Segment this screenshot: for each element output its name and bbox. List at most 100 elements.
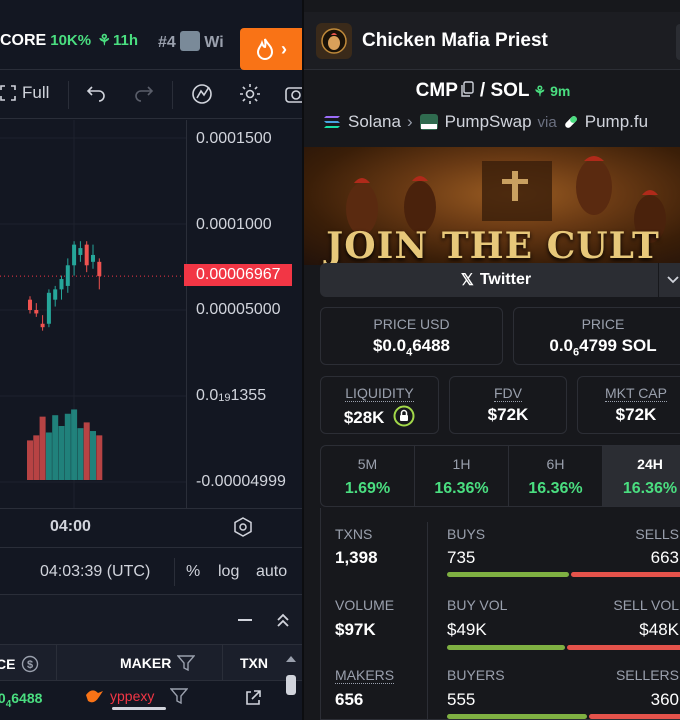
tab-5m[interactable]: 5M 1.69% bbox=[321, 446, 415, 506]
liquidity-value: $28K bbox=[343, 408, 385, 427]
fullscreen-button[interactable]: Full bbox=[0, 83, 49, 103]
col-maker[interactable]: MAKER bbox=[120, 655, 196, 671]
svg-text:$: $ bbox=[27, 659, 33, 671]
collapse-up-icon[interactable] bbox=[276, 612, 290, 628]
banner-text: JOIN THE CULT bbox=[326, 225, 660, 265]
avatar bbox=[179, 31, 200, 51]
tab-1h[interactable]: 1H 16.36% bbox=[415, 446, 509, 506]
trending-bar: CORE 10K% ⚘ 11h #4 Wi › bbox=[0, 8, 302, 70]
buyers-bar bbox=[447, 714, 587, 719]
volume-label: VOLUME bbox=[335, 597, 395, 613]
maker-name: yppexy bbox=[110, 688, 155, 704]
volume-tick-suffix: 1355 bbox=[230, 387, 267, 404]
chart-toolbar: Full bbox=[0, 71, 302, 119]
tab-6h[interactable]: 6H 16.36% bbox=[509, 446, 603, 506]
auto-scale-toggle[interactable]: auto bbox=[256, 563, 287, 581]
screenshot-button[interactable] bbox=[284, 82, 302, 106]
buy-vol-label: BUY VOL bbox=[447, 597, 508, 613]
table-row[interactable]: .046488 yppexy bbox=[0, 681, 302, 715]
socials-dropdown[interactable] bbox=[658, 263, 680, 297]
price-tick: 0.0001000 bbox=[196, 216, 272, 233]
makers-value: 656 bbox=[335, 690, 364, 709]
scroll-up-icon[interactable] bbox=[284, 654, 298, 664]
minimize-icon[interactable] bbox=[238, 619, 252, 621]
undo-button[interactable] bbox=[86, 82, 106, 102]
twitter-button[interactable]: 𝕏 Twitter bbox=[320, 263, 672, 297]
pair-quote: SOL bbox=[490, 80, 530, 101]
volume-tick-prefix: 0.0 bbox=[196, 387, 219, 404]
pair-title: CMP / SOL ⚘ 9m bbox=[304, 80, 680, 103]
chart-canvas[interactable] bbox=[0, 120, 186, 508]
volume-bar bbox=[64, 413, 71, 480]
sells-bar bbox=[571, 572, 680, 577]
gear-icon bbox=[240, 84, 260, 104]
redo-button[interactable] bbox=[134, 82, 154, 102]
maker-cell[interactable]: yppexy bbox=[84, 687, 189, 705]
liquidity-card: LIQUIDITY $28K bbox=[320, 376, 439, 434]
lock-icon[interactable] bbox=[393, 405, 415, 427]
col-txn[interactable]: TXN bbox=[240, 655, 268, 671]
fullscreen-label: Full bbox=[22, 83, 50, 102]
dex-name[interactable]: PumpSwap bbox=[445, 112, 532, 132]
chain-name[interactable]: Solana bbox=[348, 112, 401, 132]
price-usd-card: PRICE USD $0.046488 bbox=[320, 307, 503, 365]
volume-bar bbox=[77, 428, 84, 480]
volume-bar bbox=[83, 422, 90, 480]
copy-icon[interactable] bbox=[460, 81, 474, 103]
trending-token[interactable]: CORE 10K% ⚘ 11h bbox=[0, 31, 138, 50]
buyers-value: 555 bbox=[447, 690, 476, 709]
sell-vol-bar bbox=[567, 645, 680, 650]
candle-body bbox=[91, 254, 95, 262]
col-price-label: CE bbox=[0, 656, 16, 672]
trending-token-4[interactable]: #4 Wi bbox=[158, 31, 224, 52]
tab-24h[interactable]: 24H 16.36% bbox=[603, 446, 680, 506]
chart-pane: CORE 10K% ⚘ 11h #4 Wi › Full 0.0001500 0… bbox=[0, 0, 302, 720]
percent-scale-toggle[interactable]: % bbox=[186, 563, 200, 581]
fdv-value: $72K bbox=[487, 405, 529, 424]
scroll-thumb[interactable] bbox=[286, 675, 296, 695]
fdv-label-text: FDV bbox=[494, 385, 522, 402]
utc-clock[interactable]: 04:03:39 (UTC) bbox=[40, 563, 150, 581]
chart-settings-button[interactable] bbox=[238, 82, 262, 106]
filter-icon[interactable] bbox=[170, 688, 189, 704]
candle-body bbox=[65, 265, 70, 286]
tab-change: 16.36% bbox=[528, 480, 583, 497]
trades-panel-header bbox=[0, 595, 302, 645]
txns-value: 1,398 bbox=[335, 548, 378, 567]
tab-name: 5M bbox=[357, 456, 378, 472]
volume-value: $97K bbox=[335, 620, 376, 639]
txns-label: TXNS bbox=[335, 526, 373, 542]
col-price[interactable]: CE $ bbox=[0, 655, 39, 673]
external-link-icon[interactable] bbox=[244, 689, 262, 707]
sprout-icon: ⚘ bbox=[533, 83, 547, 99]
fdv-label: FDV bbox=[450, 385, 566, 402]
time-tick: 04:00 bbox=[50, 518, 91, 535]
trending-symbol: CORE bbox=[0, 32, 47, 49]
price-sol-digits: 4799 SOL bbox=[579, 336, 657, 355]
price-sol-label: PRICE bbox=[581, 316, 625, 332]
indicators-button[interactable] bbox=[190, 82, 214, 106]
pair-separator: / bbox=[479, 80, 486, 101]
trade-price-digits: 6488 bbox=[11, 690, 43, 706]
sellers-value: 360 bbox=[650, 690, 679, 709]
axis-settings-button[interactable] bbox=[233, 517, 253, 542]
volume-bar bbox=[27, 440, 33, 480]
volume-bar bbox=[58, 426, 65, 480]
candle-body bbox=[59, 279, 64, 290]
candle-body bbox=[72, 244, 77, 266]
price-sol-value: 0.064799 SOL bbox=[514, 336, 680, 358]
fire-icon bbox=[256, 38, 274, 60]
tab-name: 6H bbox=[546, 456, 565, 472]
header-menu-button[interactable] bbox=[676, 24, 680, 60]
trade-price: .046488 bbox=[0, 690, 42, 710]
launchpad-name[interactable]: Pump.fu bbox=[585, 112, 648, 132]
maker-avatar-icon bbox=[86, 690, 103, 703]
hot-pairs-button[interactable]: › bbox=[240, 28, 302, 70]
volume-tick: 0.0191355 bbox=[196, 387, 266, 405]
camera-icon bbox=[285, 87, 302, 103]
status-divider bbox=[174, 558, 175, 586]
toolbar-divider bbox=[68, 81, 69, 109]
time-axis[interactable]: 04:00 bbox=[0, 508, 302, 546]
scrollbar[interactable] bbox=[284, 651, 298, 717]
log-scale-toggle[interactable]: log bbox=[218, 563, 239, 581]
